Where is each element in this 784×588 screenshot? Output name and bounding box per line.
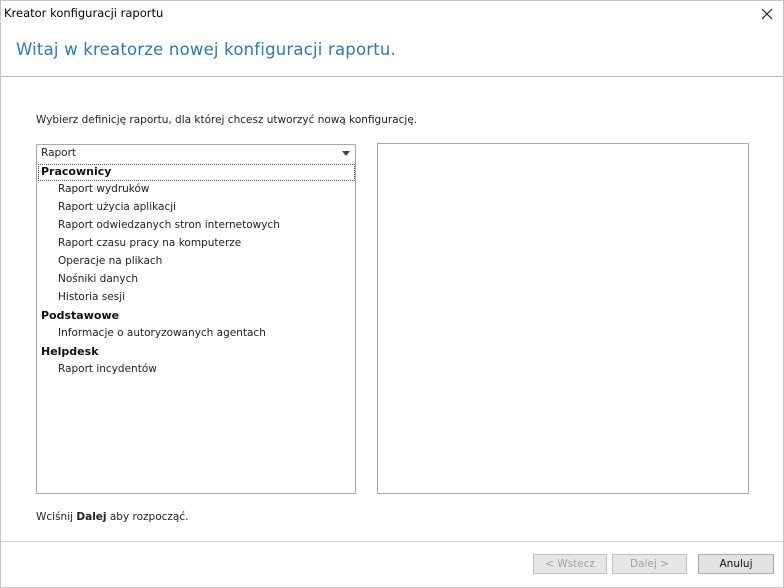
list-item[interactable]: Operacje na plikach [37,253,355,271]
header-divider [1,76,783,77]
instruction-text: Wybierz definicję raportu, dla której ch… [36,114,418,126]
next-button[interactable]: Dalej > [612,554,687,574]
report-definition-list[interactable]: Pracownicy Raport wydruków Raport użycia… [36,163,356,494]
list-item[interactable]: Raport czasu pracy na komputerze [37,235,355,253]
hint-suffix: aby rozpocząć. [109,511,189,523]
close-icon [761,8,773,20]
list-item[interactable]: Informacje o autoryzowanych agentach [37,325,355,343]
back-button[interactable]: < Wstecz [533,554,607,574]
report-definition-dropdown[interactable]: Raport [36,144,356,164]
item-label: Raport czasu pracy na komputerze [58,237,242,249]
list-item[interactable]: Nośniki danych [37,271,355,289]
list-item[interactable]: Raport użycia aplikacji [37,199,355,217]
group-label: Pracownicy [41,165,112,178]
window-title: Kreator konfiguracji raportu [4,6,164,20]
item-label: Operacje na plikach [58,255,163,267]
list-item[interactable]: Raport wydruków [37,181,355,199]
title-bar: Kreator konfiguracji raportu [1,1,783,27]
list-group-helpdesk[interactable]: Helpdesk [37,343,355,361]
list-group-pracownicy[interactable]: Pracownicy [37,163,355,181]
list-item[interactable]: Raport incydentów [37,361,355,379]
cancel-button[interactable]: Anuluj [698,554,774,574]
report-config-wizard-window: Kreator konfiguracji raportu Witaj w kre… [0,0,784,588]
close-button[interactable] [751,1,783,27]
wizard-heading: Witaj w kreatorze nowej konfiguracji rap… [16,40,397,59]
dropdown-value: Raport [41,147,77,159]
item-label: Raport odwiedzanych stron internetowych [58,219,280,231]
item-label: Nośniki danych [58,273,139,285]
list-item[interactable]: Historia sesji [37,289,355,307]
group-label: Helpdesk [41,345,99,358]
hint-bold: Dalej [76,511,107,523]
group-label: Podstawowe [41,309,120,322]
report-preview-panel [377,143,749,494]
list-group-podstawowe[interactable]: Podstawowe [37,307,355,325]
list-item[interactable]: Raport odwiedzanych stron internetowych [37,217,355,235]
item-label: Raport wydruków [58,183,150,195]
footer-divider [1,541,783,542]
item-label: Raport użycia aplikacji [58,201,177,213]
footer-hint: Wciśnij Dalej aby rozpocząć. [36,511,188,523]
item-label: Raport incydentów [58,363,157,375]
chevron-down-icon [342,151,350,156]
item-label: Historia sesji [58,291,126,303]
item-label: Informacje o autoryzowanych agentach [58,327,266,339]
hint-prefix: Wciśnij [36,511,74,523]
